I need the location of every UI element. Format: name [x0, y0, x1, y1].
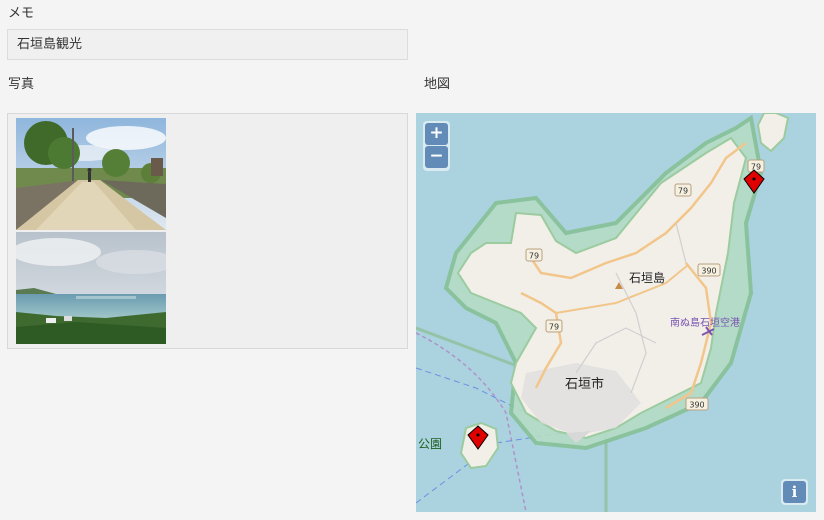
zoom-control: + − [423, 121, 450, 171]
road-shield-79-d: 79 [545, 319, 563, 333]
map-info-control: i [781, 479, 808, 505]
svg-text:79: 79 [678, 187, 688, 196]
city-label: 石垣市 [565, 376, 604, 392]
svg-text:79: 79 [529, 252, 539, 261]
road-shield-390-b: 390 [685, 397, 709, 411]
svg-text:390: 390 [689, 401, 704, 410]
memo-label: メモ [8, 6, 35, 21]
airport-label: 南ぬ島石垣空港 [670, 316, 740, 329]
road-shield-79-b: 79 [674, 183, 692, 197]
village-road-photo[interactable] [16, 118, 166, 230]
road-shield-390-a: 390 [697, 263, 721, 277]
map-label: 地図 [424, 77, 451, 92]
island-label: 石垣島 [629, 270, 665, 285]
park-label: 公園 [418, 437, 442, 451]
road-shield-79-a: 79 [747, 159, 765, 173]
map-view[interactable]: 79 79 79 79 390 390 石垣島 石垣市 南ぬ島石垣空港 公園 +… [416, 113, 816, 512]
seaside-view-photo[interactable] [16, 232, 166, 344]
photo-label: 写真 [8, 77, 35, 92]
zoom-in-button[interactable]: + [425, 123, 448, 145]
svg-text:79: 79 [549, 323, 559, 332]
svg-text:79: 79 [751, 163, 761, 172]
road-shield-79-c: 79 [525, 248, 543, 262]
zoom-out-button[interactable]: − [425, 146, 448, 168]
svg-text:390: 390 [701, 267, 716, 276]
photo-gallery [7, 113, 408, 349]
memo-field[interactable]: 石垣島観光 [7, 29, 408, 60]
map-info-button[interactable]: i [783, 481, 806, 503]
